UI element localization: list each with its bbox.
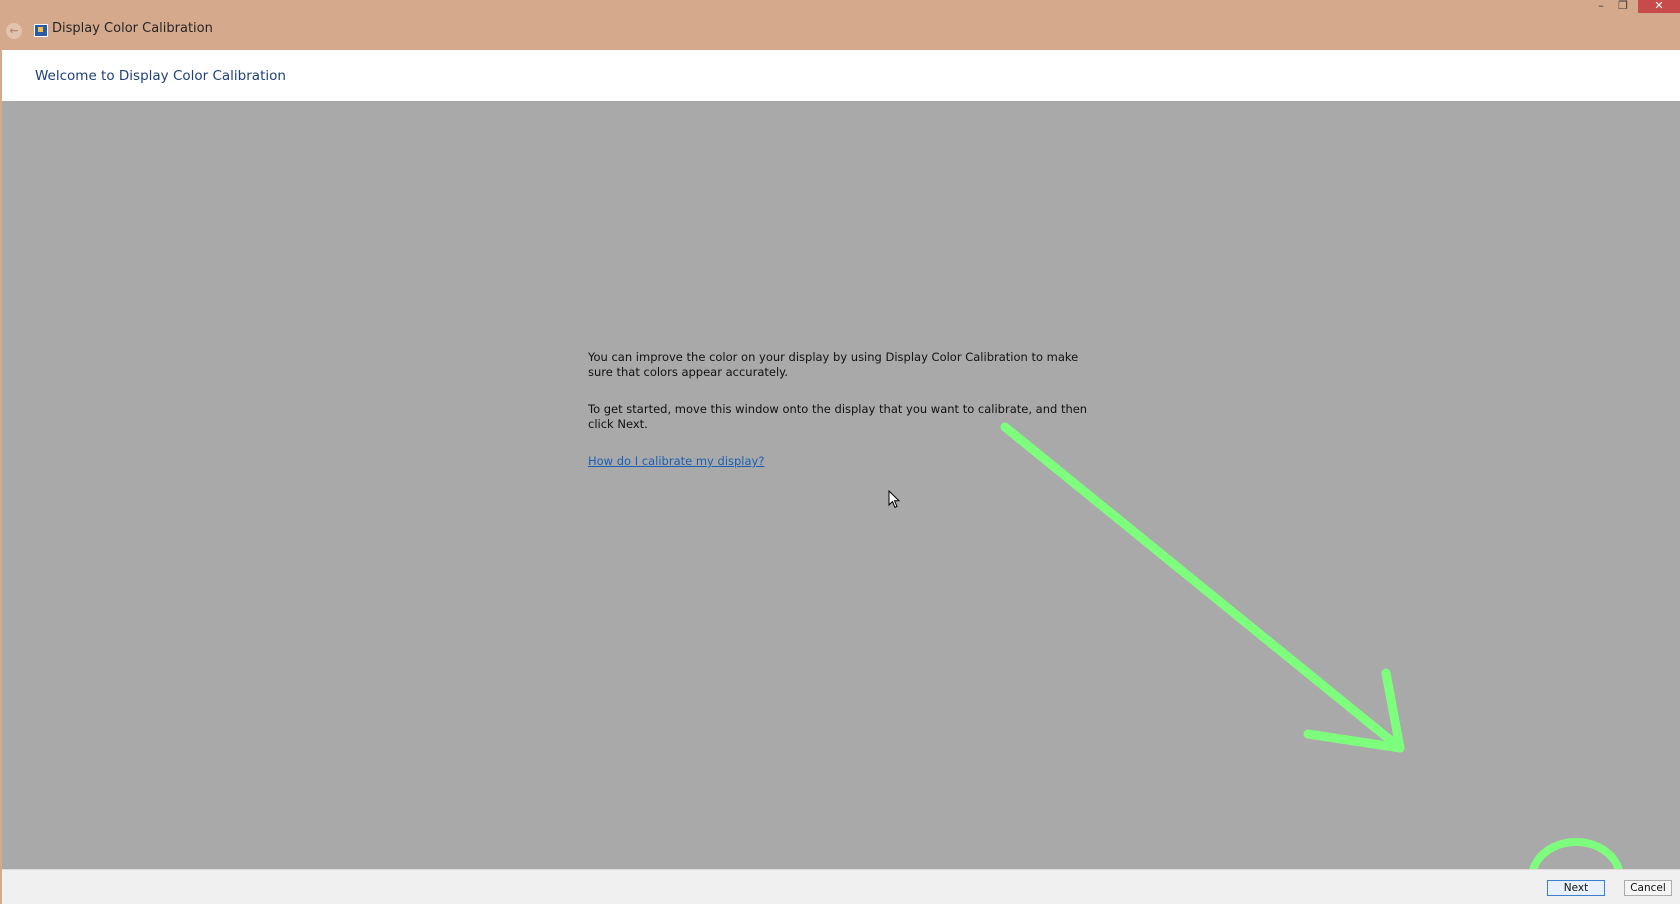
calibration-window: ← Display Color Calibration – ❐ ✕ Welcom…	[0, 0, 1680, 904]
annotation-arrow-shaft	[1000, 422, 1405, 753]
help-link[interactable]: How do I calibrate my display?	[588, 454, 764, 468]
page-title: Welcome to Display Color Calibration	[35, 68, 286, 84]
window-title: Display Color Calibration	[52, 21, 213, 36]
back-arrow-icon[interactable]: ←	[6, 23, 22, 39]
page-header: Welcome to Display Color Calibration	[2, 50, 1680, 101]
mouse-cursor-icon	[888, 490, 901, 509]
minimize-icon[interactable]: –	[1590, 0, 1612, 13]
window-controls: – ❐ ✕	[1590, 0, 1680, 13]
next-button[interactable]: Next	[1547, 880, 1605, 896]
restore-icon[interactable]: ❐	[1612, 0, 1634, 13]
close-icon[interactable]: ✕	[1638, 0, 1680, 13]
intro-content: You can improve the color on your displa…	[588, 350, 1088, 469]
intro-paragraph-1: You can improve the color on your displa…	[588, 350, 1079, 379]
footer-bar: Next Cancel	[2, 869, 1680, 904]
display-calibration-icon	[34, 24, 48, 37]
window-border	[0, 50, 2, 904]
cancel-button[interactable]: Cancel	[1624, 880, 1672, 896]
intro-paragraph-2: To get started, move this window onto th…	[588, 402, 1088, 431]
title-bar: ← Display Color Calibration – ❐ ✕	[0, 0, 1680, 50]
annotation-arrow-head	[1303, 668, 1405, 753]
